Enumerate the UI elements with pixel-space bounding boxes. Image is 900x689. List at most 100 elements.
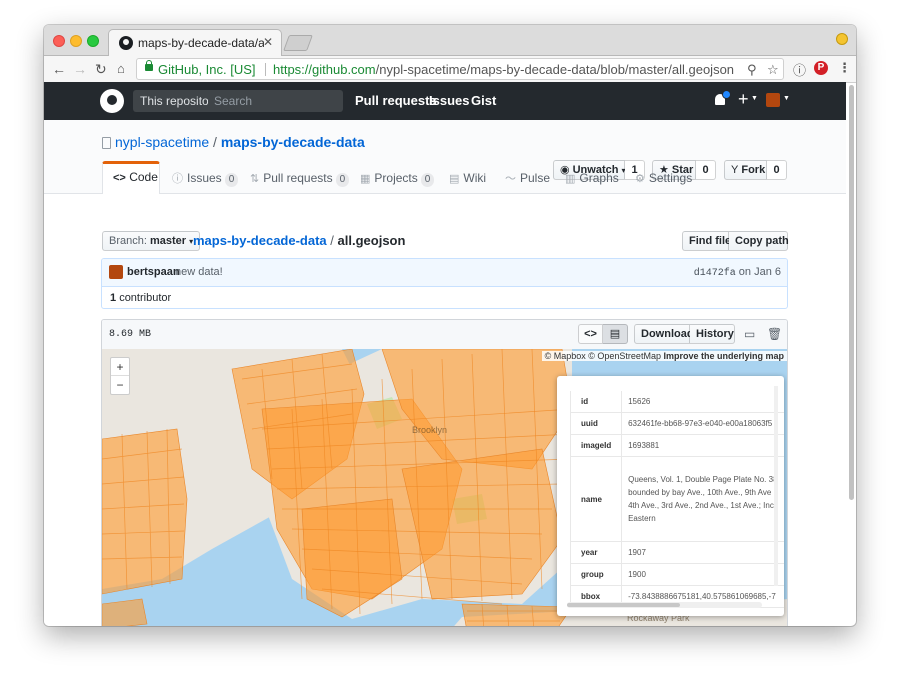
property-value: 1907 [621, 541, 784, 564]
address-bar[interactable]: GitHub, Inc. [US] https://github.com/nyp… [136, 58, 784, 80]
tab-wiki-label: Wiki [463, 171, 487, 185]
property-value: 1900 [621, 563, 784, 586]
property-key: year [569, 541, 622, 564]
tab-close-icon[interactable]: ✕ [263, 35, 273, 49]
star-count[interactable]: 0 [696, 160, 716, 180]
tab-pull-requests[interactable]: ⇅ Pull requests 0 [250, 164, 350, 193]
tab-projects-label: Projects [374, 171, 418, 185]
back-arrow-icon[interactable]: ← [52, 60, 66, 78]
repo-name-link[interactable]: maps-by-decade-data [221, 134, 365, 150]
find-file-button[interactable]: Find file [682, 231, 731, 251]
tab-issues[interactable]: ⓘ Issues 0 [172, 164, 239, 193]
tab-title: maps-by-decade-data/all.geoj [138, 36, 264, 50]
bookmark-star-icon[interactable]: ☆ [767, 62, 779, 78]
fork-icon: Y [731, 164, 739, 176]
search-input[interactable] [208, 90, 343, 112]
repo-icon [102, 137, 111, 149]
branch-prefix: Branch: [109, 235, 147, 247]
info-extension-icon[interactable]: ⓘ [793, 60, 806, 79]
page-scroll-thumb[interactable] [849, 85, 854, 500]
property-row: name Queens, Vol. 1, Double Page Plate No… [569, 456, 784, 542]
copy-path-button[interactable]: Copy path [729, 231, 789, 251]
geojson-map[interactable]: Brooklyn Rockaway Park + − © Mapbox © Op… [102, 349, 787, 626]
github-logo-icon[interactable] [100, 89, 124, 113]
page-scrollbar[interactable] [848, 83, 855, 623]
download-button[interactable]: Download [634, 324, 694, 344]
minimize-window-button[interactable] [70, 35, 82, 47]
browser-window: maps-by-decade-data/all.geoj ✕ ← → ↻ ⌂ G… [44, 25, 856, 626]
desktop-icon[interactable]: ▭ [744, 327, 755, 341]
unread-indicator [722, 90, 731, 99]
improve-map-link[interactable]: Improve the underlying map [663, 351, 784, 361]
popup-scroll-thumb[interactable] [567, 603, 680, 607]
breadcrumb-separator: / [330, 233, 334, 248]
menu-kebab-icon[interactable]: ⋮ [838, 60, 851, 76]
nav-gist[interactable]: Gist [471, 93, 496, 108]
popup-vertical-scrollbar[interactable] [774, 386, 778, 586]
attribution-osm[interactable]: © OpenStreetMap [588, 351, 661, 361]
close-window-button[interactable] [53, 35, 65, 47]
zoom-control: + − [110, 357, 130, 395]
fork-button[interactable]: Y Fork [724, 160, 767, 180]
property-value: 632461fe-bb68-97e3-e040-e00a18063f5 [621, 412, 784, 435]
fork-label: Fork [741, 164, 766, 176]
zoom-out-button[interactable]: − [111, 376, 129, 394]
pinterest-extension-icon[interactable]: P [814, 61, 828, 75]
pulse-icon: 〜 [505, 173, 516, 185]
search-page-icon[interactable]: ⚲ [747, 62, 757, 78]
profile-emoji-icon[interactable] [836, 33, 848, 45]
breadcrumb-repo-link[interactable]: maps-by-decade-data [193, 233, 327, 248]
tab-projects[interactable]: ▦ Projects 0 [360, 164, 435, 193]
history-button[interactable]: History [690, 324, 735, 344]
map-plate [461, 603, 573, 626]
nav-pull-requests[interactable]: Pull requests [355, 93, 437, 108]
tab-settings[interactable]: ⚙ Settings [635, 164, 692, 193]
create-new-plus-icon[interactable]: + [738, 89, 749, 110]
user-avatar[interactable] [766, 93, 780, 107]
breadcrumb-file: all.geojson [337, 233, 406, 248]
map-attribution: © Mapbox © OpenStreetMap Improve the und… [541, 351, 787, 361]
tab-code-label: Code [129, 170, 158, 184]
file-size: 8.69 MB [109, 329, 152, 340]
reload-icon[interactable]: ↻ [95, 60, 107, 78]
contributors-summary[interactable]: 1 contributor [110, 292, 171, 304]
tab-graphs[interactable]: ▥ Graphs [565, 164, 619, 193]
tab-code[interactable]: <> Code [102, 161, 160, 194]
zoom-in-button[interactable]: + [111, 358, 129, 376]
property-row: year 1907 [569, 541, 784, 564]
property-key: group [569, 563, 622, 586]
feature-popup: id 15626 uuid 632461fe-bb68-97e3-e040-e00a… [557, 376, 784, 616]
security-label: GitHub, Inc. [US] [158, 62, 256, 77]
contributor-count: 1 [110, 292, 117, 304]
map-label-brooklyn: Brooklyn [412, 425, 448, 435]
source-view-icon[interactable]: <> [578, 324, 603, 344]
gear-icon: ⚙ [635, 173, 645, 185]
author-avatar[interactable] [109, 265, 123, 279]
page-content: nypl-spacetime / maps-by-decade-data ◉ Un… [44, 120, 846, 626]
branch-select-button[interactable]: Branch: master ▾ [102, 231, 201, 251]
tab-wiki[interactable]: ▤ Wiki [449, 164, 486, 193]
home-icon[interactable]: ⌂ [117, 60, 125, 78]
trash-icon[interactable]: 🗑 [767, 327, 782, 341]
forward-arrow-icon[interactable]: → [73, 60, 87, 78]
graph-icon: ▥ [565, 173, 576, 185]
issue-icon: ⓘ [172, 173, 183, 185]
rendered-view-icon[interactable]: ▤ [603, 324, 628, 344]
tab-pulse[interactable]: 〜 Pulse [505, 164, 550, 193]
maximize-window-button[interactable] [87, 35, 99, 47]
commit-author-link[interactable]: bertspaan [127, 266, 180, 278]
repo-owner-link[interactable]: nypl-spacetime [115, 134, 209, 150]
file-header: 8.69 MB <> ▤ Download History ▭ 🗑 [102, 320, 787, 350]
fork-count[interactable]: 0 [767, 160, 787, 180]
projects-counter: 0 [420, 173, 435, 187]
attribution-mapbox[interactable]: © Mapbox [545, 351, 586, 361]
new-tab-button[interactable] [283, 35, 313, 51]
commit-message[interactable]: new data! [175, 266, 223, 278]
browser-tab[interactable]: maps-by-decade-data/all.geoj ✕ [108, 29, 282, 56]
commit-sha-link[interactable]: d1472fa [694, 268, 736, 279]
url-path: /nypl-spacetime/maps-by-decade-data/blob… [375, 62, 735, 77]
nav-issues[interactable]: Issues [429, 93, 469, 108]
map-plate [102, 598, 148, 626]
branch-name: master [149, 235, 187, 247]
property-key: uuid [569, 412, 622, 435]
